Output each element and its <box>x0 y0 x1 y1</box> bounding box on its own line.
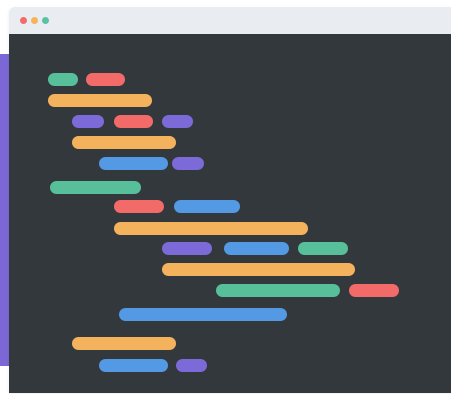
code-token-blue <box>174 200 240 213</box>
code-token-purple <box>172 157 204 170</box>
code-token-red <box>114 200 164 213</box>
code-token-orange <box>48 94 152 107</box>
code-token-green <box>216 284 340 297</box>
close-dot-icon[interactable] <box>20 17 27 24</box>
code-token-blue <box>99 359 168 372</box>
code-token-orange <box>162 263 355 276</box>
code-token-green <box>298 242 348 255</box>
code-token-blue <box>99 157 168 170</box>
code-token-orange <box>72 136 176 149</box>
accent-stripe <box>0 54 9 366</box>
code-token-purple <box>176 359 207 372</box>
code-editor-body <box>9 34 451 393</box>
code-token-blue <box>224 242 289 255</box>
code-editor-window <box>9 7 451 393</box>
code-token-orange <box>114 222 308 235</box>
code-token-red <box>114 115 153 128</box>
maximize-dot-icon[interactable] <box>42 17 49 24</box>
code-token-purple <box>162 242 212 255</box>
code-token-blue <box>119 308 287 321</box>
code-token-purple <box>72 115 104 128</box>
code-token-purple <box>162 115 193 128</box>
code-token-red <box>349 284 399 297</box>
illustration-canvas <box>0 0 451 394</box>
code-token-orange <box>72 337 176 350</box>
code-token-red <box>86 73 125 86</box>
window-titlebar <box>9 7 451 34</box>
code-token-green <box>48 73 78 86</box>
code-token-green <box>50 181 141 194</box>
minimize-dot-icon[interactable] <box>31 17 38 24</box>
